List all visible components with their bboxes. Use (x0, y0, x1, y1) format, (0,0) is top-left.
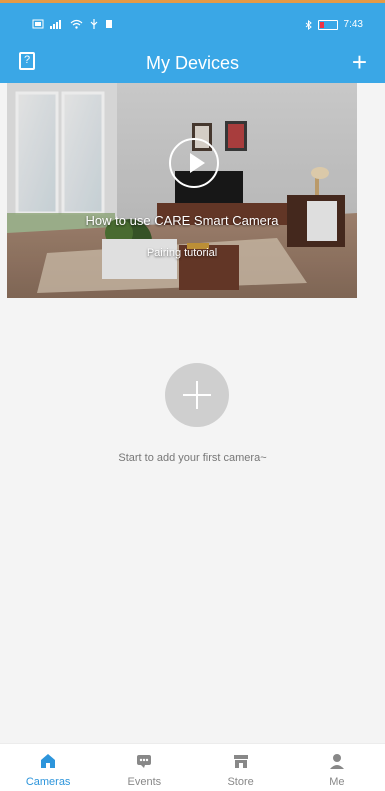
tab-label-events: Events (127, 776, 162, 788)
wifi-icon (70, 19, 83, 29)
tab-events[interactable]: Events (96, 744, 192, 791)
tutorial-subtitle: Pairing tutorial (146, 247, 218, 259)
play-button[interactable] (169, 138, 219, 188)
sim-icon (32, 19, 44, 29)
tutorial-title: How to use CARE Smart Camera (85, 213, 279, 228)
status-left-icons (32, 19, 113, 29)
home-icon (41, 754, 56, 768)
tab-cameras[interactable]: Cameras (0, 744, 96, 791)
chat-bubble-icon (137, 755, 152, 768)
signal-icon (50, 20, 61, 29)
store-icon (233, 755, 248, 768)
usb-icon (90, 19, 98, 29)
user-icon (329, 754, 344, 769)
bluetooth-icon (305, 19, 312, 30)
status-right-icons: 7:43 (305, 19, 363, 30)
tutorial-banner[interactable]: How to use CARE Smart Camera Pairing tut… (7, 83, 357, 298)
status-time: 7:43 (343, 19, 363, 30)
tab-label-cameras: Cameras (25, 776, 71, 788)
tab-label-store: Store (227, 776, 254, 788)
living-room-image (7, 83, 357, 298)
tab-label-me: Me (329, 776, 345, 788)
battery-small-icon (106, 20, 112, 28)
add-camera-button[interactable] (165, 363, 229, 427)
battery-level (319, 21, 324, 28)
tab-me[interactable]: Me (289, 744, 385, 791)
bottom-tab-bar: Cameras Events Store Me (0, 743, 385, 791)
page-title: My Devices (145, 53, 239, 73)
tab-store[interactable]: Store (193, 744, 289, 791)
status-bar: 7:43 (0, 3, 385, 43)
battery-icon (317, 19, 338, 30)
add-device-icon[interactable]: + (352, 49, 367, 75)
device-list-empty-state: Start to add your first camera~ (7, 298, 378, 743)
empty-state-message: Start to add your first camera~ (118, 452, 267, 464)
app-header: ? My Devices + (0, 43, 385, 83)
